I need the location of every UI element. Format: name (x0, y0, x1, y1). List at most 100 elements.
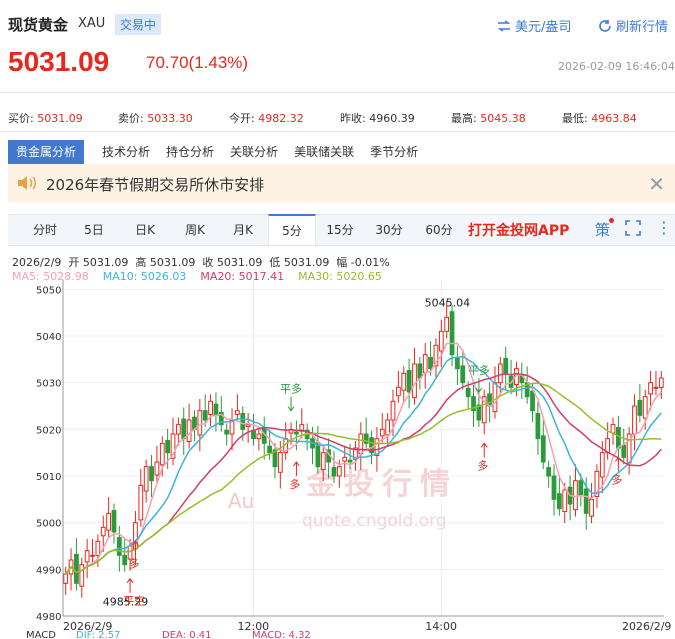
close-icon[interactable]: ✕ (648, 172, 665, 196)
candle-body (438, 330, 444, 352)
signal-arrow-up (293, 461, 300, 476)
candlestick-chart[interactable]: Au 金投行情 quote.cngold.org 5045.044985.29平… (0, 280, 675, 639)
candle-body (347, 459, 353, 463)
tab-precious-metals[interactable]: 贵金属分析 (8, 140, 85, 164)
candle-body (63, 573, 69, 584)
candle-body (412, 363, 417, 399)
y-tick-label: 5020 (36, 425, 61, 436)
tab-5min[interactable]: 5分 (268, 214, 316, 245)
candle-body (202, 410, 208, 421)
signal-arrow-down (287, 396, 295, 412)
tab-30min[interactable]: 30分 (364, 215, 414, 245)
candle-body (100, 526, 106, 537)
candle-body (616, 426, 621, 449)
candle-body (455, 356, 460, 370)
refresh-button[interactable]: 刷新行情 (598, 16, 668, 35)
price-annotation: 5045.04 (425, 296, 471, 309)
candle-body (74, 553, 79, 584)
tab-positions[interactable]: 持仓分析 (158, 140, 222, 164)
tab-weekly[interactable]: 周K (170, 215, 220, 245)
watermark-logo: Au (228, 489, 254, 513)
candle-body (159, 442, 165, 466)
more-icon[interactable]: ⋮ (656, 218, 672, 237)
candle-body (138, 484, 144, 521)
candle-body (111, 510, 117, 533)
unit-toggle-button[interactable]: 美元/盎司 (497, 16, 571, 35)
candle-body (79, 564, 85, 587)
signal-label: 平多 (280, 382, 302, 396)
candle-body (143, 466, 149, 492)
open-app-link[interactable]: 打开金投网APP (468, 220, 569, 240)
fullscreen-icon[interactable] (625, 220, 641, 240)
tab-15min[interactable]: 15分 (316, 215, 364, 245)
tab-technical[interactable]: 技术分析 (94, 140, 158, 164)
candle-body (530, 390, 535, 412)
candle-body (556, 493, 562, 510)
price-change: 70.70(1.43%) (146, 53, 249, 72)
notice-bar[interactable]: 2026年春节假期交易所休市安排 ✕ (8, 164, 675, 202)
candle-body (224, 429, 230, 435)
candle-body (551, 475, 557, 500)
candle-body (653, 386, 659, 389)
candle-body (658, 377, 664, 388)
low-quote: 最低: 4963.84 (562, 112, 637, 125)
candle-body (535, 412, 541, 440)
candle-body (562, 489, 568, 512)
candle-body (122, 554, 128, 566)
tab-60min[interactable]: 60分 (414, 215, 464, 245)
candle-body (149, 466, 154, 482)
candle-body (277, 452, 283, 473)
notice-text: 2026年春节假期交易所休市安排 (46, 176, 265, 194)
y-tick-label: 4990 (36, 565, 61, 576)
macd-value-label: MACD: 4.32 (252, 630, 311, 639)
candle-body (642, 396, 648, 419)
tab-seasonal[interactable]: 季节分析 (362, 140, 426, 164)
candle-body (90, 554, 95, 557)
dif-label: DIF: 2.57 (76, 630, 120, 639)
signal-label: 多 (611, 472, 622, 486)
tab-5day[interactable]: 5日 (70, 215, 118, 245)
tab-timeshare[interactable]: 分时 (20, 215, 70, 245)
candle-body (385, 419, 391, 436)
strategy-button[interactable]: 策 (595, 219, 610, 240)
candle-body (95, 540, 101, 556)
y-tick-label: 5040 (36, 332, 61, 343)
candle-body (84, 550, 90, 563)
tab-fed[interactable]: 美联储关联 (286, 140, 362, 164)
candle-body (396, 386, 401, 397)
unit-label: 美元/盎司 (515, 20, 572, 35)
tab-daily[interactable]: 日K (120, 215, 170, 245)
candle-body (460, 365, 466, 384)
signal-label: 多 (477, 458, 488, 472)
notification-dot (609, 218, 614, 223)
page-title: 现货黄金 (8, 16, 69, 34)
prev-close-quote: 昨收: 4960.39 (340, 112, 415, 125)
candle-body (213, 403, 219, 416)
candle-info: 2026/2/9 开 5031.09 高 5031.09 收 5031.09 低… (12, 256, 390, 269)
y-tick-label: 5010 (36, 472, 61, 483)
candle-body (294, 431, 299, 435)
speaker-icon (18, 176, 36, 190)
y-tick-label: 4980 (36, 612, 61, 623)
candle-body (540, 435, 546, 463)
y-tick-label: 5030 (36, 379, 61, 390)
signal-arrow-up (614, 456, 622, 472)
candle-body (401, 372, 407, 391)
current-price: 5031.09 (8, 46, 110, 77)
macd-label: MACD (26, 630, 56, 639)
candle-body (379, 428, 385, 437)
candle-body (422, 354, 428, 373)
candle-body (197, 410, 203, 436)
candle-body (406, 370, 412, 393)
open-quote: 今开: 4982.32 (229, 112, 304, 125)
y-tick-label: 5050 (36, 285, 61, 296)
refresh-icon (599, 19, 611, 32)
signal-arrow-up (126, 577, 134, 593)
candle-body (245, 424, 251, 428)
candle-body (583, 488, 589, 514)
candle-body (428, 356, 433, 370)
candle-body (342, 456, 348, 462)
candle-body (637, 399, 643, 416)
tab-monthly[interactable]: 月K (218, 215, 268, 245)
tab-correlation[interactable]: 关联分析 (222, 140, 286, 164)
